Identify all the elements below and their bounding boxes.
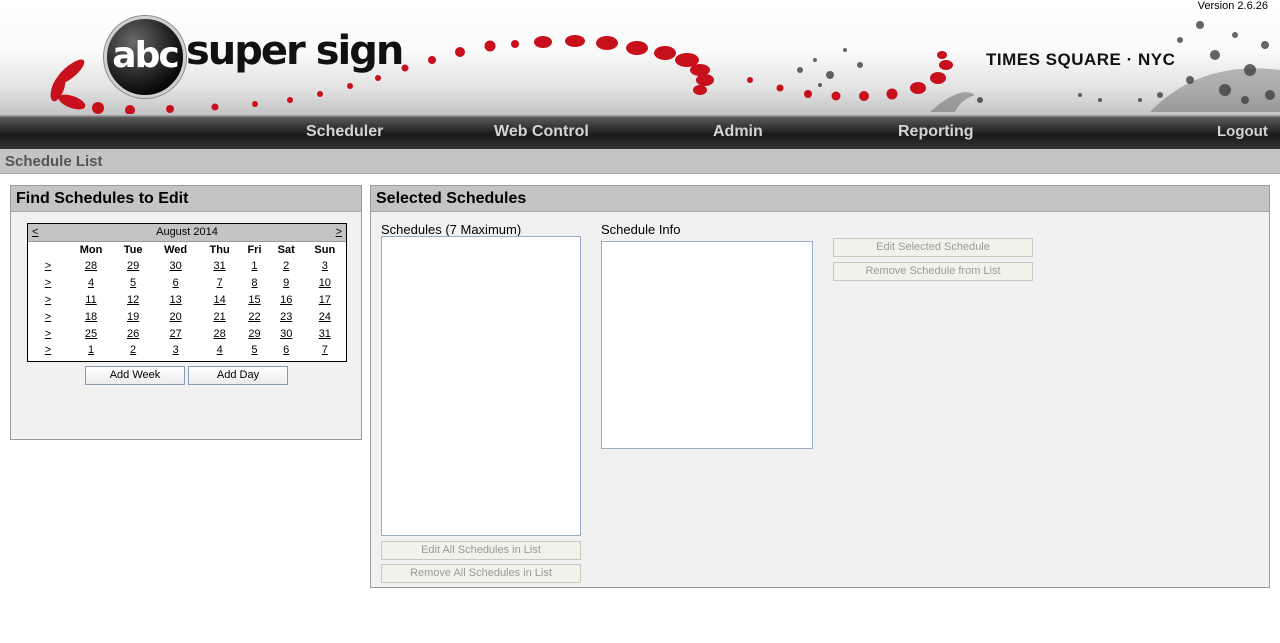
- calendar-day[interactable]: 27: [170, 328, 182, 340]
- select-week-link[interactable]: >: [45, 328, 51, 340]
- calendar-day[interactable]: 2: [130, 344, 136, 356]
- weekday-header: Sat: [277, 244, 295, 256]
- selected-panel-title: Selected Schedules: [371, 186, 1269, 212]
- schedule-info-label: Schedule Info: [601, 222, 681, 237]
- nav-web-control[interactable]: Web Control: [494, 123, 589, 141]
- calendar-grid: Mon Tue Wed Thu Fri Sat Sun > 28 29 30 3…: [28, 242, 346, 359]
- calendar-next-month[interactable]: >: [336, 226, 342, 238]
- calendar-day[interactable]: 7: [322, 344, 328, 356]
- calendar-day[interactable]: 9: [283, 277, 289, 289]
- calendar-week-row: > 25 26 27 28 29 30 31: [28, 325, 346, 342]
- calendar-day[interactable]: 22: [248, 311, 260, 323]
- nav-admin[interactable]: Admin: [713, 123, 763, 141]
- nav-reporting[interactable]: Reporting: [898, 123, 974, 141]
- calendar-day[interactable]: 21: [214, 311, 226, 323]
- calendar-day[interactable]: 6: [283, 344, 289, 356]
- calendar-day[interactable]: 29: [248, 328, 260, 340]
- weekday-header: Tue: [123, 244, 143, 256]
- calendar-week-row: > 18 19 20 21 22 23 24: [28, 308, 346, 325]
- calendar-day[interactable]: 1: [251, 260, 257, 272]
- calendar-day[interactable]: 5: [130, 277, 136, 289]
- calendar-day[interactable]: 10: [319, 277, 331, 289]
- calendar-day[interactable]: 3: [173, 344, 179, 356]
- calendar-day[interactable]: 16: [280, 294, 292, 306]
- find-panel-title: Find Schedules to Edit: [11, 186, 361, 212]
- calendar-day[interactable]: 26: [127, 328, 139, 340]
- location-label: TIMES SQUARE · NYC: [986, 50, 1176, 69]
- calendar-day[interactable]: 28: [214, 328, 226, 340]
- schedule-info-box[interactable]: [601, 241, 813, 449]
- calendar-day[interactable]: 14: [214, 294, 226, 306]
- calendar-day[interactable]: 28: [85, 260, 97, 272]
- calendar-day[interactable]: 23: [280, 311, 292, 323]
- select-week-link[interactable]: >: [45, 277, 51, 289]
- remove-all-schedules-button[interactable]: Remove All Schedules in List: [381, 564, 581, 583]
- calendar-day[interactable]: 6: [173, 277, 179, 289]
- schedules-list-label: Schedules (7 Maximum): [381, 222, 522, 237]
- weekday-header: Thu: [209, 244, 230, 256]
- calendar-day[interactable]: 19: [127, 311, 139, 323]
- calendar-header: < August 2014 >: [28, 224, 346, 242]
- calendar-day[interactable]: 24: [319, 311, 331, 323]
- calendar-day[interactable]: 29: [127, 260, 139, 272]
- schedules-listbox[interactable]: [381, 236, 581, 536]
- calendar-week-row: > 1 2 3 4 5 6 7: [28, 342, 346, 359]
- select-week-link[interactable]: >: [45, 294, 51, 306]
- calendar-weekday-row: Mon Tue Wed Thu Fri Sat Sun: [28, 242, 346, 258]
- calendar-day[interactable]: 11: [85, 294, 96, 306]
- find-schedules-panel: Find Schedules to Edit < August 2014 > M…: [10, 185, 362, 440]
- abc-logo: abc: [104, 16, 186, 98]
- add-day-button[interactable]: Add Day: [188, 366, 288, 385]
- calendar-day[interactable]: 4: [88, 277, 94, 289]
- main-nav: Scheduler Web Control Admin Reporting Lo…: [0, 114, 1280, 149]
- add-week-button[interactable]: Add Week: [85, 366, 185, 385]
- site-header: abc super sign TIMES SQUARE · NYC Versio…: [0, 0, 1280, 114]
- calendar-day[interactable]: 7: [217, 277, 223, 289]
- select-week-link[interactable]: >: [45, 260, 51, 272]
- calendar-day[interactable]: 30: [280, 328, 292, 340]
- edit-selected-schedule-button[interactable]: Edit Selected Schedule: [833, 238, 1033, 257]
- calendar-week-row: > 4 5 6 7 8 9 10: [28, 275, 346, 292]
- calendar-day[interactable]: 12: [127, 294, 139, 306]
- logo-mark: abc: [112, 35, 179, 76]
- nav-scheduler[interactable]: Scheduler: [306, 123, 383, 141]
- calendar-day[interactable]: 5: [251, 344, 257, 356]
- calendar-day[interactable]: 1: [88, 344, 94, 356]
- select-week-link[interactable]: >: [45, 344, 51, 356]
- calendar-day[interactable]: 20: [170, 311, 182, 323]
- calendar: < August 2014 > Mon Tue Wed Thu Fri Sat …: [27, 223, 347, 362]
- calendar-day[interactable]: 3: [322, 260, 328, 272]
- weekday-header: Mon: [79, 244, 103, 256]
- weekday-header: Sun: [314, 244, 336, 256]
- logo-text: super sign: [186, 28, 404, 74]
- calendar-week-col-header: [28, 242, 68, 258]
- calendar-day[interactable]: 4: [217, 344, 223, 356]
- calendar-day[interactable]: 15: [248, 294, 260, 306]
- calendar-day[interactable]: 8: [251, 277, 257, 289]
- calendar-day[interactable]: 31: [319, 328, 331, 340]
- calendar-day[interactable]: 13: [170, 294, 182, 306]
- page-title: Schedule List: [5, 153, 103, 170]
- calendar-day[interactable]: 31: [214, 260, 226, 272]
- calendar-month-label: August 2014: [156, 226, 218, 238]
- calendar-day[interactable]: 30: [170, 260, 182, 272]
- logout-link[interactable]: Logout: [1217, 123, 1268, 140]
- calendar-day[interactable]: 2: [283, 260, 289, 272]
- selected-schedules-panel: Selected Schedules Schedules (7 Maximum)…: [370, 185, 1270, 588]
- weekday-header: Wed: [164, 244, 188, 256]
- calendar-week-row: > 28 29 30 31 1 2 3: [28, 258, 346, 275]
- calendar-day[interactable]: 17: [319, 294, 331, 306]
- version-label: Version 2.6.26: [1197, 0, 1268, 12]
- calendar-day[interactable]: 18: [85, 311, 97, 323]
- calendar-week-row: > 11 12 13 14 15 16 17: [28, 292, 346, 309]
- select-week-link[interactable]: >: [45, 311, 51, 323]
- weekday-header: Fri: [247, 244, 262, 256]
- page-title-bar: Schedule List: [0, 149, 1280, 174]
- calendar-day[interactable]: 25: [85, 328, 97, 340]
- edit-all-schedules-button[interactable]: Edit All Schedules in List: [381, 541, 581, 560]
- remove-schedule-from-list-button[interactable]: Remove Schedule from List: [833, 262, 1033, 281]
